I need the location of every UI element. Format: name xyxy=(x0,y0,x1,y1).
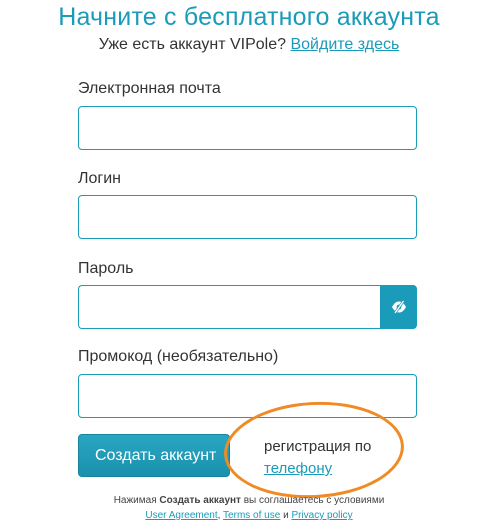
legal-suffix: вы соглашаетесь с условиями xyxy=(243,495,385,506)
password-toggle-button[interactable] xyxy=(380,285,417,329)
terms-of-use-link[interactable]: Terms of use xyxy=(223,510,280,521)
phone-registration-text: регистрация по xyxy=(264,438,372,455)
legal-prefix: Нажимая xyxy=(113,495,157,506)
promo-field[interactable] xyxy=(78,374,417,418)
password-field[interactable] xyxy=(78,285,380,329)
legal-and: и xyxy=(283,510,289,521)
legal-links: User Agreement, Terms of use и Privacy p… xyxy=(0,509,498,523)
login-link[interactable]: Войдите здесь xyxy=(290,36,399,53)
phone-registration-link[interactable]: телефону xyxy=(264,459,332,479)
email-label: Электронная почта xyxy=(78,80,221,97)
login-label: Логин xyxy=(78,170,122,187)
privacy-policy-link[interactable]: Privacy policy xyxy=(291,510,352,521)
promo-label: Промокод (необязательно) xyxy=(78,348,279,365)
legal-notice: Нажимая Создать аккаунт вы соглашаетесь … xyxy=(0,494,498,508)
legal-comma: , xyxy=(217,510,221,521)
password-label: Пароль xyxy=(78,260,134,277)
login-prompt: Уже есть аккаунт VIPole? Войдите здесь xyxy=(0,34,498,56)
page-title: Начните с бесплатного аккаунта xyxy=(58,3,440,31)
email-field[interactable] xyxy=(78,106,417,150)
login-prompt-text: Уже есть аккаунт VIPole? xyxy=(98,36,287,53)
user-agreement-link[interactable]: User Agreement xyxy=(145,510,217,521)
login-field[interactable] xyxy=(78,195,417,239)
legal-button-name: Создать аккаунт xyxy=(159,495,241,506)
create-account-button[interactable]: Создать аккаунт xyxy=(78,434,230,477)
eye-slash-icon xyxy=(391,300,406,314)
